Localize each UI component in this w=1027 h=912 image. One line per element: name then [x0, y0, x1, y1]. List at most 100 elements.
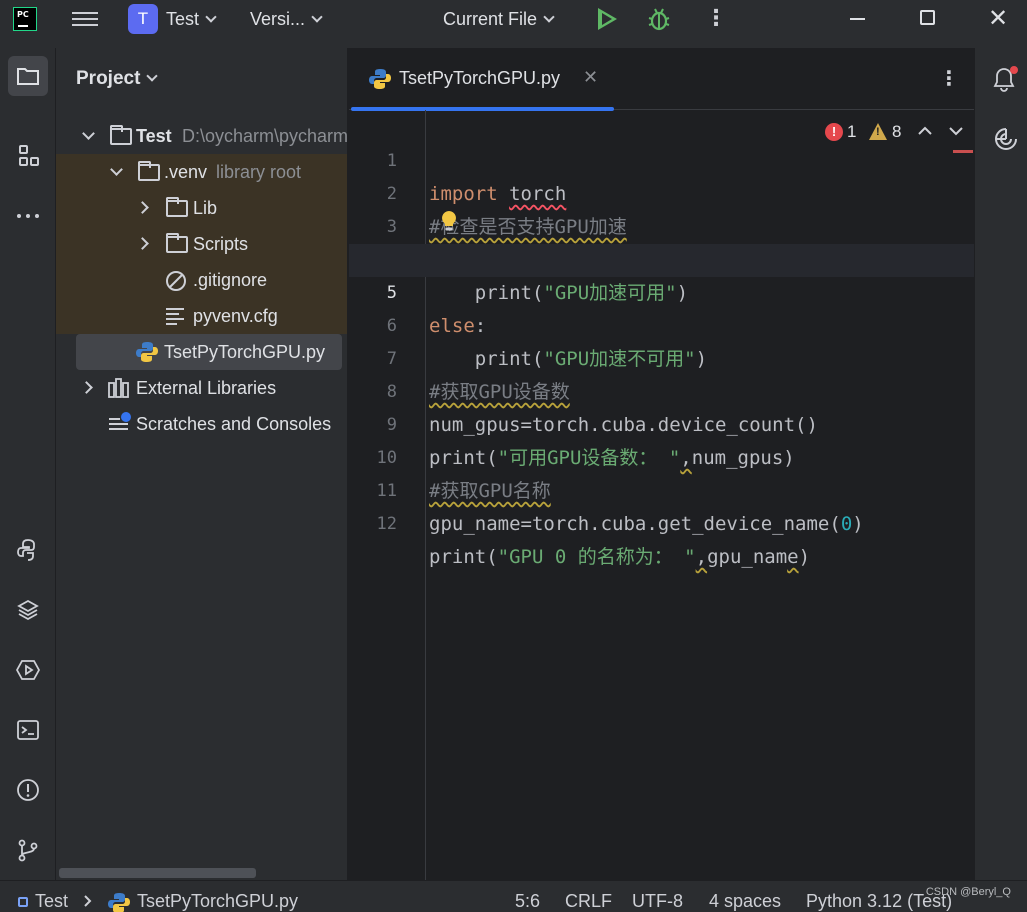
- breadcrumb-project[interactable]: Test: [35, 890, 68, 912]
- project-panel-header[interactable]: Project: [76, 68, 159, 90]
- tree-item-label: .gitignore: [193, 270, 268, 290]
- code-line[interactable]: 12 print("GPU 0 的名称为： ",gpu_name): [349, 475, 974, 568]
- terminal-icon[interactable]: [8, 710, 48, 750]
- scratches-icon: [109, 412, 131, 430]
- project-badge[interactable]: T: [128, 4, 158, 34]
- chevron-right-icon[interactable]: [136, 237, 149, 250]
- project-icon: [18, 897, 28, 907]
- file-encoding[interactable]: UTF-8: [632, 890, 683, 912]
- ignore-file-icon: [166, 271, 186, 291]
- run-icon[interactable]: [598, 8, 617, 30]
- chevron-right-icon[interactable]: [80, 381, 93, 394]
- chevron-down-icon: [205, 11, 217, 23]
- tree-item-lib[interactable]: Lib: [56, 190, 347, 226]
- title-bar: PC T Test Versi... Current File ⋮ ✕: [0, 0, 1027, 48]
- chevron-down-icon[interactable]: [110, 163, 123, 176]
- folder-icon: [138, 161, 160, 181]
- project-tool-icon[interactable]: [8, 56, 48, 96]
- services-icon[interactable]: [8, 650, 48, 690]
- minimize-icon[interactable]: [850, 18, 865, 20]
- caret-position[interactable]: 5:6: [515, 890, 540, 912]
- tree-item-label: Lib: [193, 198, 218, 218]
- structure-tool-icon[interactable]: [8, 136, 48, 176]
- line-number: 12: [376, 514, 397, 534]
- ai-assistant-icon[interactable]: [993, 126, 1019, 152]
- project-name: Test: [166, 9, 200, 29]
- problems-icon[interactable]: [8, 770, 48, 810]
- line-separator[interactable]: CRLF: [565, 890, 612, 912]
- code-line[interactable]: 3 if torch.cuba.is_available():: [349, 178, 974, 271]
- run-config-selector[interactable]: Current File: [443, 8, 555, 30]
- tree-item-scratches[interactable]: Scratches and Consoles: [56, 406, 347, 442]
- chevron-down-icon: [543, 11, 555, 23]
- chevron-right-icon: [84, 895, 92, 907]
- text-file-icon: [166, 308, 184, 325]
- pycharm-logo-icon[interactable]: PC: [13, 7, 37, 31]
- library-root-hint: library root: [216, 162, 302, 182]
- left-tool-window-bar: [0, 48, 56, 880]
- indent-setting[interactable]: 4 spaces: [709, 890, 781, 912]
- tree-item-root[interactable]: Test D:\oycharm\pycharm: [56, 118, 348, 154]
- python-file-icon: [136, 342, 158, 362]
- maximize-icon[interactable]: [920, 10, 935, 25]
- close-tab-icon[interactable]: ✕: [583, 67, 598, 88]
- python-file-icon: [369, 69, 391, 89]
- tree-item-scripts[interactable]: Scripts: [56, 226, 347, 262]
- editor-area: TsetPyTorchGPU.py ✕ ⋮ ! 1 ! 8 1 import t…: [349, 48, 974, 880]
- tree-item-label: Scratches and Consoles: [136, 414, 332, 434]
- notifications-bell-icon[interactable]: [992, 66, 1020, 94]
- tree-item-venv[interactable]: .venv library root: [56, 154, 347, 190]
- debug-bug-icon[interactable]: [647, 6, 671, 32]
- tab-label: TsetPyTorchGPU.py: [399, 68, 561, 88]
- python-packages-icon[interactable]: [8, 590, 48, 630]
- python-console-icon[interactable]: [8, 530, 48, 570]
- git-icon[interactable]: [8, 830, 48, 870]
- chevron-down-icon: [146, 70, 159, 82]
- breadcrumb-file[interactable]: TsetPyTorchGPU.py: [137, 890, 298, 912]
- more-tools-icon[interactable]: [8, 196, 48, 236]
- tree-item-label: External Libraries: [136, 378, 277, 398]
- status-bar: Test TsetPyTorchGPU.py 5:6 CRLF UTF-8 4 …: [0, 880, 1027, 912]
- chevron-right-icon[interactable]: [136, 201, 149, 214]
- tree-item-pyvenv-cfg[interactable]: pyvenv.cfg: [56, 298, 347, 334]
- code-line[interactable]: 10 #获取GPU名称: [349, 409, 974, 502]
- code-line[interactable]: 2 #检查是否支持GPU加速: [349, 145, 974, 238]
- close-window-icon[interactable]: ✕: [988, 6, 1008, 30]
- chevron-down-icon[interactable]: [82, 127, 95, 140]
- project-switcher[interactable]: Test: [166, 8, 217, 30]
- more-actions-icon[interactable]: ⋮: [705, 8, 727, 30]
- tree-item-external-libraries[interactable]: External Libraries: [56, 370, 347, 406]
- folder-icon: [110, 125, 132, 145]
- code-line-current[interactable]: 5 else:: [349, 244, 974, 337]
- tree-item-label: pyvenv.cfg: [193, 306, 278, 326]
- folder-icon: [166, 233, 188, 253]
- editor-tab-bar: TsetPyTorchGPU.py ✕ ⋮: [349, 48, 974, 111]
- code-line[interactable]: 1 import torch: [349, 112, 974, 205]
- python-file-icon: [108, 893, 130, 912]
- code-line[interactable]: 9 print("可用GPU设备数： ",num_gpus): [349, 376, 974, 469]
- main-menu-icon[interactable]: [72, 8, 98, 30]
- library-icon: [108, 378, 129, 398]
- watermark-text: CSDN @Beryl_Q: [925, 886, 1011, 898]
- code-line[interactable]: 8 num_gpus=torch.cuba.device_count(): [349, 343, 974, 436]
- code-line[interactable]: 7 #获取GPU设备数: [349, 310, 974, 403]
- tree-item-label: Test: [136, 126, 172, 146]
- vcs-widget[interactable]: Versi...: [250, 8, 323, 30]
- horizontal-scrollbar[interactable]: [59, 868, 256, 878]
- tree-item-label: .venv: [164, 162, 208, 182]
- tree-item-label: TsetPyTorchGPU.py: [164, 342, 326, 362]
- tree-item-path: D:\oycharm\pycharm: [182, 126, 348, 146]
- lightbulb-icon[interactable]: [441, 210, 457, 232]
- tree-item-gitignore[interactable]: .gitignore: [56, 262, 347, 298]
- project-panel: Project Test D:\oycharm\pycharm .venv li…: [56, 48, 348, 880]
- tab-more-icon[interactable]: ⋮: [939, 66, 959, 90]
- tab-tsetpytorchgpu[interactable]: TsetPyTorchGPU.py ✕: [349, 48, 614, 111]
- folder-icon: [166, 197, 188, 217]
- code-line[interactable]: 11 gpu_name=torch.cuba.get_device_name(0…: [349, 442, 974, 535]
- code-text[interactable]: gpu_name=torch.cuba.get_device_name(0): [429, 508, 864, 541]
- code-line[interactable]: 6 print("GPU加速不可用"): [349, 277, 974, 370]
- tree-item-python-file[interactable]: TsetPyTorchGPU.py: [76, 334, 342, 370]
- right-tool-window-bar: [974, 48, 1027, 880]
- code-text[interactable]: print("GPU 0 的名称为： ",gpu_name): [429, 541, 810, 574]
- vcs-label: Versi...: [250, 9, 306, 29]
